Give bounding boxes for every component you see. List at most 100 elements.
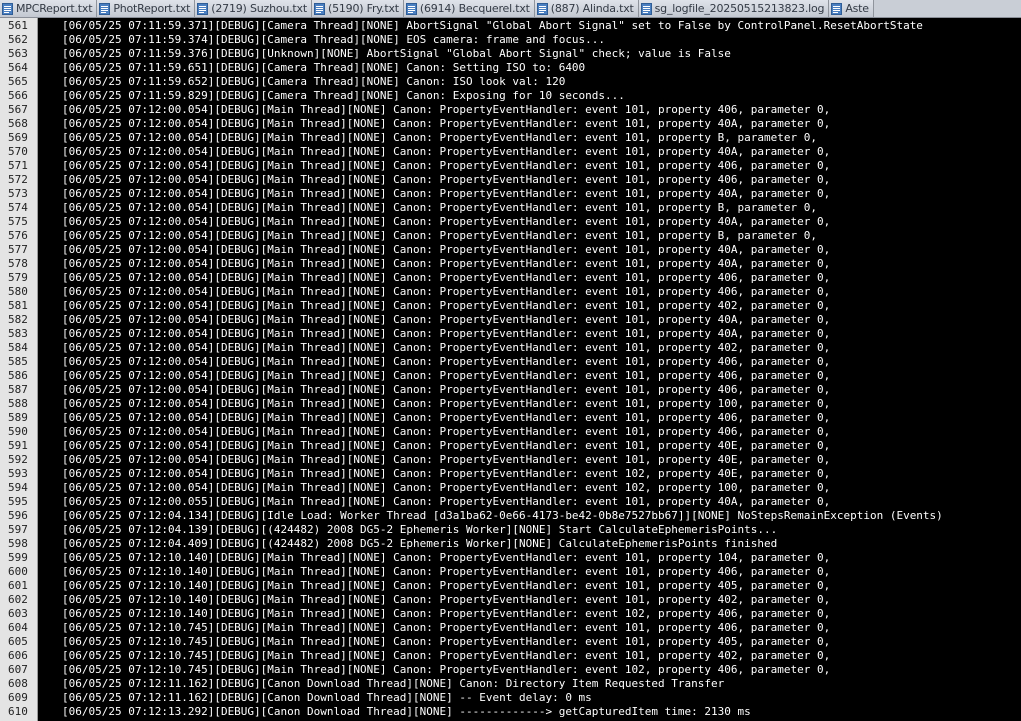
log-line[interactable]: [06/05/25 07:12:00.054][DEBUG][Main Thre…	[38, 229, 1021, 243]
file-tab[interactable]: (2719) Suzhou.txt	[195, 0, 312, 17]
log-line[interactable]: [06/05/25 07:12:00.055][DEBUG][Main Thre…	[38, 495, 1021, 509]
text-file-icon	[405, 2, 417, 15]
line-number: 585	[8, 355, 28, 368]
log-line[interactable]: [06/05/25 07:12:00.054][DEBUG][Main Thre…	[38, 397, 1021, 411]
file-tab[interactable]: (887) Alinda.txt	[534, 0, 639, 17]
log-line[interactable]: [06/05/25 07:12:11.162][DEBUG][Canon Dow…	[38, 691, 1021, 705]
log-line[interactable]: [06/05/25 07:12:00.054][DEBUG][Main Thre…	[38, 425, 1021, 439]
file-tab[interactable]: Aste	[829, 0, 874, 17]
file-tab-label: Aste	[845, 2, 869, 15]
log-line[interactable]: [06/05/25 07:12:00.054][DEBUG][Main Thre…	[38, 159, 1021, 173]
log-line[interactable]: [06/05/25 07:12:04.409][DEBUG][(424482) …	[38, 537, 1021, 551]
log-line[interactable]: [06/05/25 07:12:10.140][DEBUG][Main Thre…	[38, 607, 1021, 621]
file-tab[interactable]: (6914) Becquerel.txt	[403, 0, 535, 17]
log-line[interactable]: [06/05/25 07:12:00.054][DEBUG][Main Thre…	[38, 439, 1021, 453]
log-line[interactable]: [06/05/25 07:12:00.054][DEBUG][Main Thre…	[38, 383, 1021, 397]
file-tab-label: PhotReport.txt	[113, 2, 191, 15]
log-line[interactable]: [06/05/25 07:12:00.054][DEBUG][Main Thre…	[38, 411, 1021, 425]
file-tab-label: (5190) Fry.txt	[327, 2, 399, 15]
log-line[interactable]: [06/05/25 07:12:00.054][DEBUG][Main Thre…	[38, 355, 1021, 369]
log-line[interactable]: [06/05/25 07:12:00.054][DEBUG][Main Thre…	[38, 243, 1021, 257]
log-line[interactable]: [06/05/25 07:12:10.140][DEBUG][Main Thre…	[38, 593, 1021, 607]
log-line[interactable]: [06/05/25 07:12:11.162][DEBUG][Canon Dow…	[38, 677, 1021, 691]
line-number: 584	[8, 341, 28, 354]
line-number: 604	[8, 621, 28, 634]
log-line[interactable]: [06/05/25 07:12:04.139][DEBUG][(424482) …	[38, 523, 1021, 537]
log-line[interactable]: [06/05/25 07:11:59.376][DEBUG][Unknown][…	[38, 47, 1021, 61]
text-file-icon	[99, 2, 111, 15]
log-line[interactable]: [06/05/25 07:12:00.054][DEBUG][Main Thre…	[38, 187, 1021, 201]
log-line[interactable]: [06/05/25 07:11:59.374][DEBUG][Camera Th…	[38, 33, 1021, 47]
line-number: 582	[8, 313, 28, 326]
log-line[interactable]: [06/05/25 07:11:59.651][DEBUG][Camera Th…	[38, 61, 1021, 75]
log-line[interactable]: [06/05/25 07:12:00.054][DEBUG][Main Thre…	[38, 467, 1021, 481]
log-line[interactable]: [06/05/25 07:12:00.054][DEBUG][Main Thre…	[38, 271, 1021, 285]
log-line[interactable]: [06/05/25 07:12:04.134][DEBUG][Idle Load…	[38, 509, 1021, 523]
line-number: 561	[8, 19, 28, 32]
log-line[interactable]: [06/05/25 07:12:10.140][DEBUG][Main Thre…	[38, 579, 1021, 593]
log-line[interactable]: [06/05/25 07:12:00.054][DEBUG][Main Thre…	[38, 215, 1021, 229]
line-number: 610	[8, 705, 28, 718]
line-number: 588	[8, 397, 28, 410]
log-line[interactable]: [06/05/25 07:12:10.745][DEBUG][Main Thre…	[38, 663, 1021, 677]
file-tab[interactable]: sg_logfile_20250515213823.log	[638, 0, 830, 17]
text-file-icon	[313, 2, 325, 15]
line-number: 577	[8, 243, 28, 256]
line-number: 570	[8, 145, 28, 158]
log-line[interactable]: [06/05/25 07:12:00.054][DEBUG][Main Thre…	[38, 453, 1021, 467]
log-line[interactable]: [06/05/25 07:12:10.140][DEBUG][Main Thre…	[38, 551, 1021, 565]
log-line[interactable]: [06/05/25 07:12:00.054][DEBUG][Main Thre…	[38, 117, 1021, 131]
log-line[interactable]: [06/05/25 07:12:10.745][DEBUG][Main Thre…	[38, 649, 1021, 663]
line-number: 608	[8, 677, 28, 690]
log-line[interactable]: [06/05/25 07:12:13.292][DEBUG][Canon Dow…	[38, 705, 1021, 719]
line-number: 571	[8, 159, 28, 172]
line-number: 566	[8, 89, 28, 102]
line-number: 609	[8, 691, 28, 704]
log-line[interactable]: [06/05/25 07:12:10.745][DEBUG][Main Thre…	[38, 635, 1021, 649]
line-number: 600	[8, 565, 28, 578]
log-line[interactable]: [06/05/25 07:12:10.745][DEBUG][Main Thre…	[38, 621, 1021, 635]
log-line[interactable]: [06/05/25 07:12:00.054][DEBUG][Main Thre…	[38, 299, 1021, 313]
log-line[interactable]: [06/05/25 07:11:59.829][DEBUG][Camera Th…	[38, 89, 1021, 103]
log-line[interactable]: [06/05/25 07:12:00.054][DEBUG][Main Thre…	[38, 313, 1021, 327]
log-line[interactable]: [06/05/25 07:12:00.054][DEBUG][Main Thre…	[38, 257, 1021, 271]
line-number: 593	[8, 467, 28, 480]
line-number: 602	[8, 593, 28, 606]
log-line[interactable]: [06/05/25 07:12:00.054][DEBUG][Main Thre…	[38, 285, 1021, 299]
line-number: 568	[8, 117, 28, 130]
text-file-icon	[640, 2, 652, 15]
line-number: 567	[8, 103, 28, 116]
line-number: 591	[8, 439, 28, 452]
log-line[interactable]: [06/05/25 07:12:00.054][DEBUG][Main Thre…	[38, 327, 1021, 341]
line-number: 563	[8, 47, 28, 60]
line-number: 569	[8, 131, 28, 144]
file-tab[interactable]: (5190) Fry.txt	[311, 0, 404, 17]
line-number: 590	[8, 425, 28, 438]
file-tab[interactable]: PhotReport.txt	[97, 0, 196, 17]
line-number: 599	[8, 551, 28, 564]
log-line[interactable]: [06/05/25 07:12:00.054][DEBUG][Main Thre…	[38, 481, 1021, 495]
log-text-area[interactable]: [06/05/25 07:11:59.371][DEBUG][Camera Th…	[38, 18, 1021, 721]
file-tab-label: (6914) Becquerel.txt	[419, 2, 530, 15]
line-number: 581	[8, 299, 28, 312]
log-line[interactable]: [06/05/25 07:11:59.652][DEBUG][Camera Th…	[38, 75, 1021, 89]
text-editor[interactable]: 561 562 563 564 565 566 567 568 569 570 571 572 573 5…	[0, 18, 1021, 721]
log-line[interactable]: [06/05/25 07:12:00.054][DEBUG][Main Thre…	[38, 103, 1021, 117]
log-line[interactable]: [06/05/25 07:12:00.054][DEBUG][Main Thre…	[38, 341, 1021, 355]
line-number: 594	[8, 481, 28, 494]
file-tab[interactable]: MPCReport.txt	[0, 0, 98, 17]
log-line[interactable]: [06/05/25 07:12:00.054][DEBUG][Main Thre…	[38, 173, 1021, 187]
line-number: 603	[8, 607, 28, 620]
log-line[interactable]: [06/05/25 07:12:00.054][DEBUG][Main Thre…	[38, 369, 1021, 383]
log-line[interactable]: [06/05/25 07:12:00.054][DEBUG][Main Thre…	[38, 201, 1021, 215]
log-line[interactable]: [06/05/25 07:11:59.371][DEBUG][Camera Th…	[38, 19, 1021, 33]
line-number: 574	[8, 201, 28, 214]
line-number: 562	[8, 33, 28, 46]
log-line[interactable]: [06/05/25 07:12:00.054][DEBUG][Main Thre…	[38, 131, 1021, 145]
line-number: 598	[8, 537, 28, 550]
line-number: 589	[8, 411, 28, 424]
log-line[interactable]: [06/05/25 07:12:10.140][DEBUG][Main Thre…	[38, 565, 1021, 579]
line-number: 565	[8, 75, 28, 88]
line-number: 606	[8, 649, 28, 662]
log-line[interactable]: [06/05/25 07:12:00.054][DEBUG][Main Thre…	[38, 145, 1021, 159]
